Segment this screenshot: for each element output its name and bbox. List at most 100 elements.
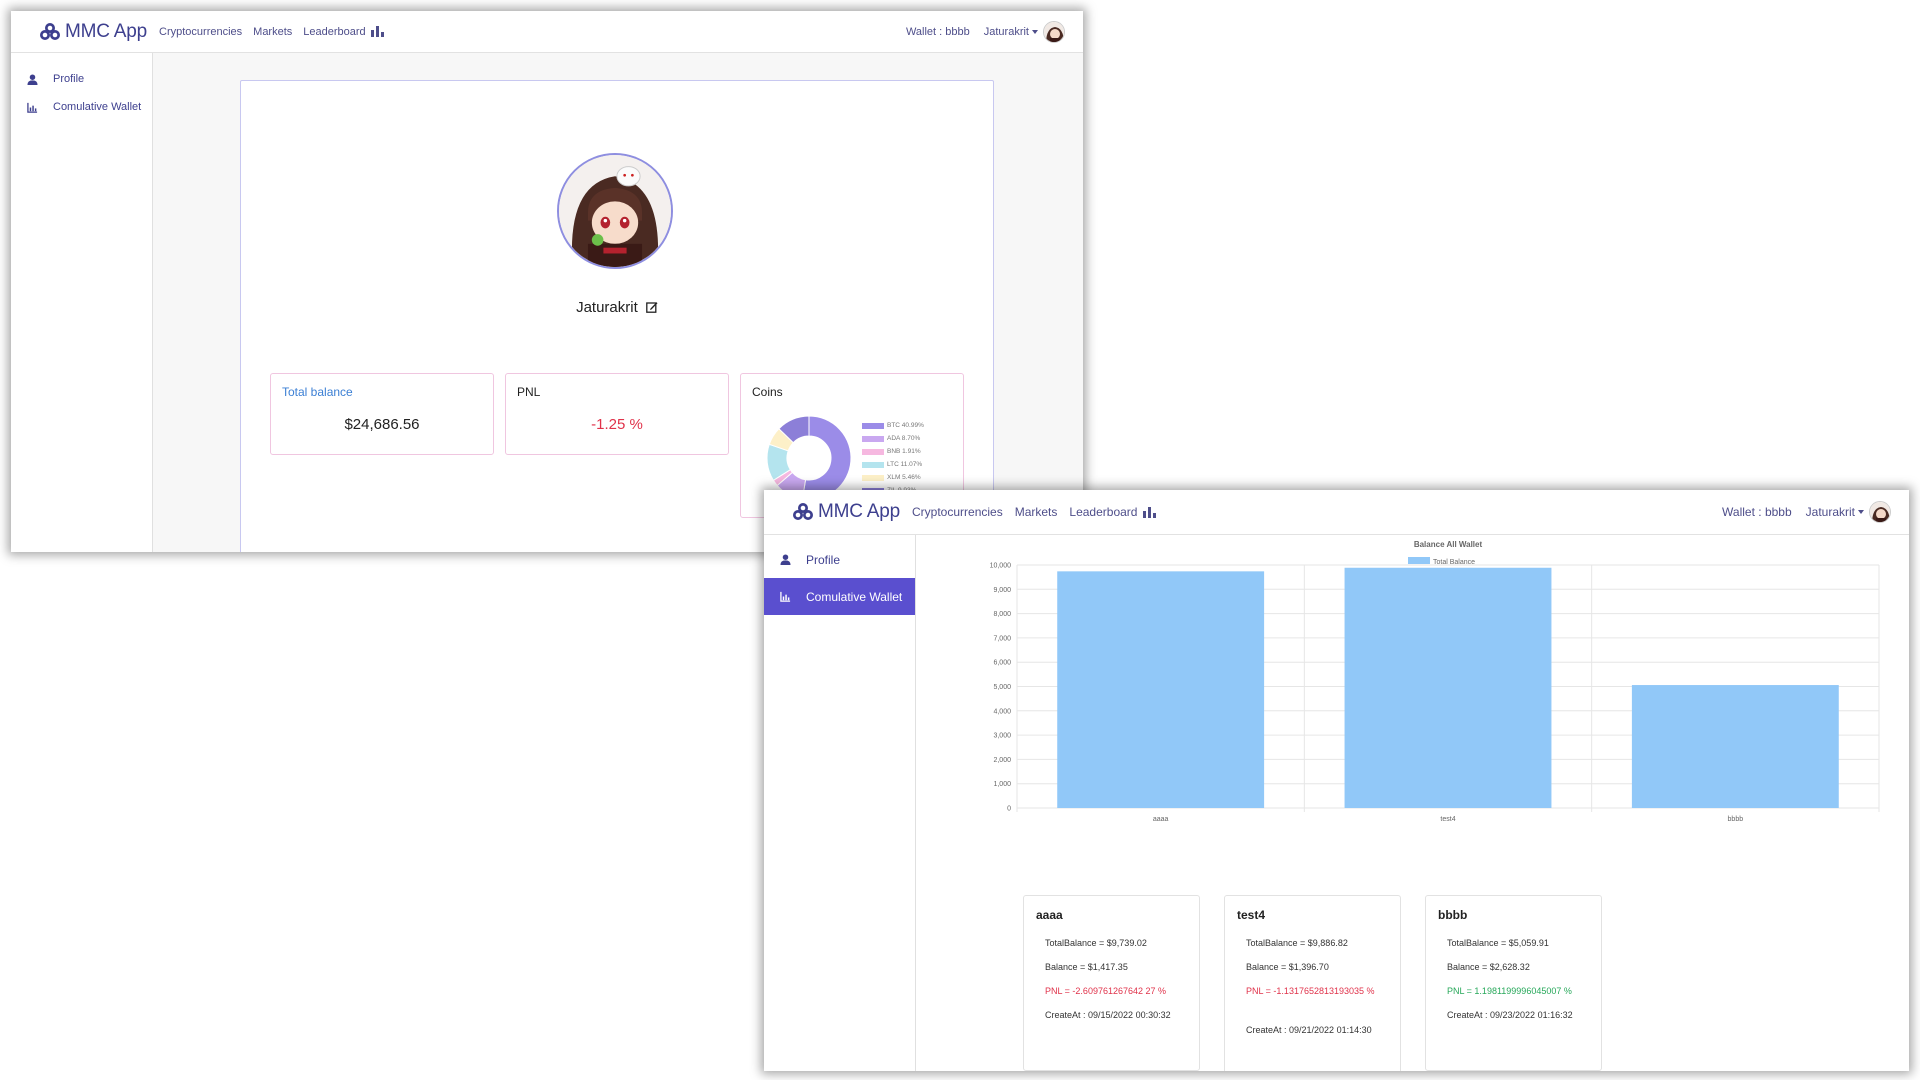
wallet-name: bbbb	[1438, 908, 1468, 922]
wallet-balance: Balance = $2,628.32	[1447, 962, 1530, 972]
sidebar-item-cumulative-wallet[interactable]: Comulative Wallet	[764, 578, 915, 615]
sidebar-item-label: Profile	[806, 552, 841, 567]
bar-aaaa[interactable]	[1057, 571, 1265, 808]
x-tick-label: bbbb	[1728, 816, 1744, 823]
chevron-down-icon	[1032, 29, 1038, 34]
nav-leaderboard[interactable]: Leaderboard	[303, 26, 365, 38]
wallet-created: CreateAt : 09/15/2022 00:30:32	[1045, 1010, 1171, 1020]
y-tick-label: 7,000	[993, 635, 1011, 642]
brand-name: MMC App	[818, 501, 901, 522]
sidebar-item-profile[interactable]: Profile	[764, 541, 915, 578]
nav-markets[interactable]: Markets	[253, 26, 292, 38]
legend-swatch	[1408, 557, 1430, 564]
nav-leaderboard[interactable]: Leaderboard	[1069, 505, 1137, 519]
sidebar: Profile Comulative Wallet	[764, 535, 916, 1071]
x-tick-label: aaaa	[1153, 816, 1169, 823]
wallet-indicator: Wallet : bbbb	[1722, 505, 1792, 519]
legend-swatch	[862, 422, 884, 429]
balance-bar-chart: Balance All WalletTotal Balance01,0002,0…	[990, 540, 1880, 823]
pnl-label: PNL	[517, 385, 541, 399]
user-name: Jaturakrit	[1805, 505, 1855, 519]
chart-icon	[27, 102, 38, 113]
wallet-indicator: Wallet : bbbb	[905, 25, 970, 38]
legend-item: BNB 1.91%	[862, 448, 921, 455]
user-dropdown[interactable]: Jaturakrit	[984, 26, 1038, 38]
total-balance-label: Total balance	[282, 385, 353, 399]
chart-title: Balance All Wallet	[1414, 540, 1483, 549]
wallet-pnl: PNL = -2.609761267642 27 %	[1045, 986, 1167, 996]
y-tick-label: 3,000	[993, 733, 1011, 740]
y-tick-label: 8,000	[993, 611, 1011, 618]
wallet-total-balance: TotalBalance = $9,886.82	[1246, 938, 1348, 948]
top-navbar: MMC App Cryptocurrencies Markets Leaderb…	[764, 490, 1909, 535]
wallet-pnl: PNL = -1.1317652813193035 %	[1246, 986, 1375, 996]
coins-logo-icon	[40, 22, 60, 40]
wallet-name: aaaa	[1036, 908, 1063, 922]
legend-item: XLM 5.46%	[862, 474, 921, 481]
profile-card: Jaturakrit Total balance $24,686.56 PNL …	[240, 80, 994, 552]
cumulative-wallet-content: Balance All Wallet Total Balance 0 1,000 2,0…	[916, 535, 1909, 1071]
y-tick-label: 0	[1007, 806, 1011, 813]
user-dropdown[interactable]: Jaturakrit	[1806, 505, 1864, 519]
y-tick-label: 1,000	[993, 781, 1011, 788]
sidebar-item-label: Profile	[53, 73, 85, 85]
pnl-card: PNL -1.25 %	[505, 373, 729, 455]
wallet-balance: Balance = $1,396.70	[1246, 962, 1329, 972]
wallet-card-bbbb[interactable]: bbbb TotalBalance = $5,059.91 Balance = …	[1425, 895, 1602, 1071]
sidebar-item-label: Comulative Wallet	[53, 101, 142, 113]
legend-swatch	[862, 474, 884, 481]
user-name: Jaturakrit	[983, 25, 1029, 38]
y-tick-label: 4,000	[993, 708, 1011, 715]
chart-icon	[780, 591, 791, 602]
nav-cryptocurrencies[interactable]: Cryptocurrencies	[912, 505, 1003, 519]
legend-label: BTC 40.99%	[887, 422, 924, 429]
brand[interactable]: MMC App	[39, 21, 147, 43]
y-tick-label: 9,000	[993, 587, 1011, 594]
nav-cryptocurrencies[interactable]: Cryptocurrencies	[159, 26, 242, 38]
wallet-card-aaaa[interactable]: aaaa TotalBalance = $9,739.02 Balance = …	[1023, 895, 1200, 1071]
avatar[interactable]	[1869, 501, 1891, 523]
legend-swatch	[862, 435, 884, 442]
avatar[interactable]	[1043, 20, 1065, 43]
x-tick-label: test4	[1440, 816, 1455, 823]
y-tick-label: 5,000	[993, 684, 1011, 691]
profile-window: MMC App Cryptocurrencies Markets Leaderb…	[11, 11, 1083, 552]
sidebar-item-cumulative-wallet[interactable]: Comulative Wallet	[11, 89, 152, 125]
nav-markets[interactable]: Markets	[1015, 505, 1058, 519]
wallet-card-test4[interactable]: test4 TotalBalance = $9,886.82 Balance =…	[1224, 895, 1401, 1071]
profile-avatar[interactable]	[557, 153, 673, 269]
top-navbar: MMC App Cryptocurrencies Markets Leaderb…	[11, 11, 1083, 53]
y-tick-label: 6,000	[993, 660, 1011, 667]
legend-swatch	[862, 461, 884, 468]
legend-item: LTC 11.07%	[862, 461, 922, 468]
wallet-window: MMC App Cryptocurrencies Markets Leaderb…	[764, 490, 1909, 1071]
bar-test4[interactable]	[1344, 567, 1552, 808]
legend-label: ADA 8.70%	[887, 435, 921, 442]
profile-name: Jaturakrit	[576, 299, 638, 316]
leaderboard-icon	[370, 26, 384, 37]
brand-name: MMC App	[65, 20, 148, 42]
wallet-name: test4	[1237, 908, 1266, 922]
user-icon	[780, 554, 791, 565]
profile-name-row: Jaturakrit	[241, 299, 993, 316]
coins-label: Coins	[752, 385, 783, 399]
pnl-value: -1.25 %	[591, 416, 643, 433]
legend-item: ADA 8.70%	[862, 435, 920, 442]
total-balance-value: $24,686.56	[344, 416, 420, 433]
sidebar-item-label: Comulative Wallet	[806, 589, 903, 604]
bar-bbbb[interactable]	[1631, 685, 1839, 808]
y-tick-label: 2,000	[993, 757, 1011, 764]
donut-slice-0	[801, 415, 852, 501]
coins-donut-chart	[766, 415, 852, 501]
coins-logo-icon	[793, 503, 813, 520]
user-icon	[27, 73, 38, 85]
legend-swatch	[862, 448, 884, 455]
y-tick-label: 10,000	[990, 563, 1012, 570]
total-balance-card: Total balance $24,686.56	[270, 373, 494, 455]
legend-item: BTC 40.99%	[862, 422, 924, 429]
wallet-total-balance: TotalBalance = $9,739.02	[1045, 938, 1147, 948]
edit-icon[interactable]	[646, 301, 658, 313]
brand[interactable]: MMC App	[792, 501, 900, 523]
legend-label: BNB 1.91%	[887, 448, 921, 455]
wallet-created: CreateAt : 09/21/2022 01:14:30	[1246, 1025, 1372, 1035]
